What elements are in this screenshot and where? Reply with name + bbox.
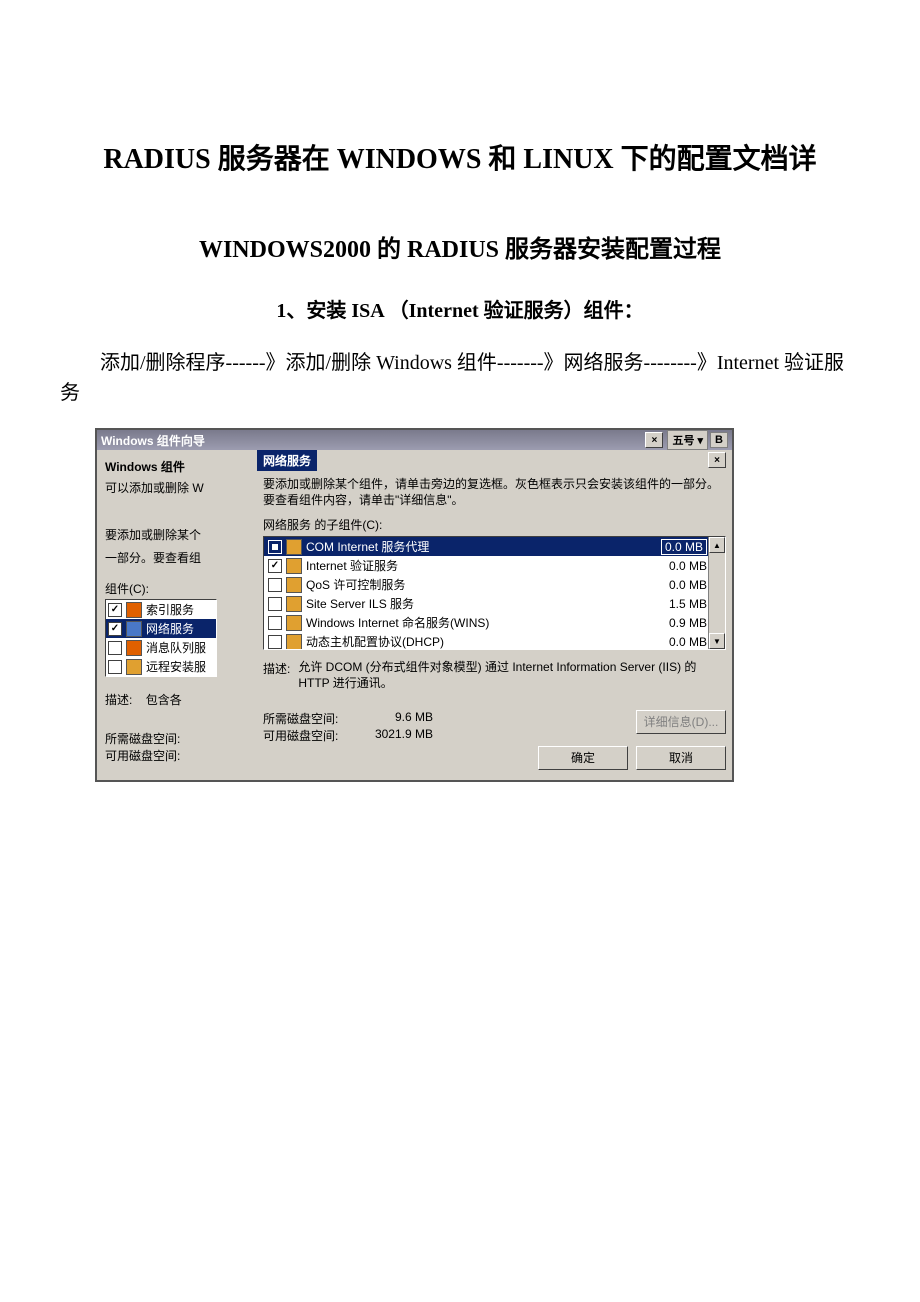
bold-chip[interactable]: B xyxy=(710,432,728,448)
checkbox-icon[interactable] xyxy=(108,603,122,617)
list-item[interactable]: 消息队列服 xyxy=(106,638,216,657)
desc-label: 描述: xyxy=(105,693,132,707)
left-para2: 一部分。要查看组 xyxy=(105,549,253,566)
item-size: 0.0 MB xyxy=(647,540,707,554)
list-item[interactable]: 动态主机配置协议(DHCP) 0.0 MB xyxy=(264,632,725,650)
item-label: 消息队列服 xyxy=(146,639,206,656)
item-label: 索引服务 xyxy=(146,601,194,618)
item-size: 0.0 MB xyxy=(647,559,707,573)
components-listbox[interactable]: 索引服务 网络服务 消息队列服 远程安装 xyxy=(105,599,217,677)
wizard-left-panel: Windows 组件 可以添加或删除 W 要添加或删除某个 一部分。要查看组 组… xyxy=(97,450,257,779)
close-icon[interactable]: × xyxy=(708,452,726,468)
ok-button[interactable]: 确定 xyxy=(538,746,628,770)
subdialog-title: 网络服务 xyxy=(257,450,317,471)
disk-avail-label-left: 可用磁盘空间: xyxy=(105,747,253,764)
component-icon xyxy=(286,634,302,650)
list-item[interactable]: 网络服务 xyxy=(106,619,216,638)
checkbox-icon[interactable] xyxy=(268,616,282,630)
subcomponents-listbox[interactable]: .COM COM Internet 服务代理 0.0 MB Internet 验… xyxy=(263,536,726,650)
left-heading: Windows 组件 xyxy=(105,458,253,475)
list-item[interactable]: Site Server ILS 服务 1.5 MB xyxy=(264,594,725,613)
details-button[interactable]: 详细信息(D)... xyxy=(636,710,726,734)
component-icon xyxy=(286,615,302,631)
list-item[interactable]: Internet 验证服务 0.0 MB xyxy=(264,556,725,575)
component-icon xyxy=(286,539,302,555)
step-heading: 1、安装 ISA （Internet 验证服务）组件： xyxy=(60,294,860,323)
document-page: RADIUS 服务器在 WINDOWS 和 LINUX 下的配置文档详 WIND… xyxy=(0,0,920,822)
item-label: COM Internet 服务代理 xyxy=(306,538,643,555)
item-label: Site Server ILS 服务 xyxy=(306,595,643,612)
item-size: 0.0 MB xyxy=(647,635,707,649)
wizard-title-text: Windows 组件向导 xyxy=(101,432,205,449)
component-icon xyxy=(126,621,142,637)
checkbox-icon[interactable] xyxy=(108,622,122,636)
subdialog-panel: × 网络服务 要添加或删除某个组件，请单击旁边的复选框。灰色框表示只会安装该组件… xyxy=(257,450,732,779)
left-para1: 要添加或删除某个 xyxy=(105,526,253,543)
disk-avail-value: 3021.9 MB xyxy=(353,727,433,744)
item-size: 0.0 MB xyxy=(647,578,707,592)
component-icon xyxy=(286,577,302,593)
checkbox-icon[interactable] xyxy=(268,578,282,592)
doc-subtitle: WINDOWS2000 的 RADIUS 服务器安装配置过程 xyxy=(60,229,860,264)
item-label: Internet 验证服务 xyxy=(306,557,643,574)
desc-value: 包含各 xyxy=(146,693,182,707)
item-label: 动态主机配置协议(DHCP) xyxy=(306,633,643,650)
desc-text: 允许 DCOM (分布式组件对象模型) 通过 Internet Informat… xyxy=(298,660,726,691)
item-label: Windows Internet 命名服务(WINS) xyxy=(306,614,643,631)
list-item[interactable]: QoS 许可控制服务 0.0 MB xyxy=(264,575,725,594)
disk-req-label-left: 所需磁盘空间: xyxy=(105,730,253,747)
cancel-button[interactable]: 取消 xyxy=(636,746,726,770)
wizard-titlebar: Windows 组件向导 × 五号 ▾ B xyxy=(97,430,732,450)
close-icon[interactable]: × xyxy=(645,432,663,448)
left-sub: 可以添加或删除 W xyxy=(105,479,253,496)
sublist-label: 网络服务 的子组件(C): xyxy=(263,516,726,533)
item-label: 远程安装服 xyxy=(146,658,206,675)
item-label: 网络服务 xyxy=(146,620,194,637)
disk-avail-label: 可用磁盘空间: xyxy=(263,727,353,744)
item-size: 1.5 MB xyxy=(647,597,707,611)
component-icon xyxy=(126,659,142,675)
checkbox-icon[interactable] xyxy=(108,660,122,674)
list-item[interactable]: 索引服务 xyxy=(106,600,216,619)
subdialog-instruction: 要添加或删除某个组件，请单击旁边的复选框。灰色框表示只会安装该组件的一部分。要查… xyxy=(263,477,726,508)
components-label: 组件(C): xyxy=(105,580,253,597)
item-label: QoS 许可控制服务 xyxy=(306,576,643,593)
component-icon xyxy=(286,558,302,574)
checkbox-icon[interactable] xyxy=(268,635,282,649)
desc-label: 描述: xyxy=(263,660,290,691)
item-size: 0.9 MB xyxy=(647,616,707,630)
list-item[interactable]: Windows Internet 命名服务(WINS) 0.9 MB xyxy=(264,613,725,632)
disk-req-label: 所需磁盘空间: xyxy=(263,710,353,727)
font-size-chip[interactable]: 五号 ▾ xyxy=(667,430,708,450)
body-paragraph: 添加/删除程序------》添加/删除 Windows 组件-------》网络… xyxy=(60,348,860,408)
disk-req-value: 9.6 MB xyxy=(353,710,433,727)
list-item[interactable]: COM Internet 服务代理 0.0 MB xyxy=(264,537,725,556)
doc-title: RADIUS 服务器在 WINDOWS 和 LINUX 下的配置文档详 xyxy=(60,140,860,179)
component-icon xyxy=(126,602,142,618)
component-icon xyxy=(126,640,142,656)
checkbox-icon[interactable] xyxy=(268,540,282,554)
scrollbar[interactable]: ▲ ▼ xyxy=(708,537,725,649)
scroll-up-icon[interactable]: ▲ xyxy=(709,537,725,553)
checkbox-icon[interactable] xyxy=(108,641,122,655)
wizard-dialog: Windows 组件向导 × 五号 ▾ B Windows 组件 可以添加或删除… xyxy=(95,428,734,781)
scroll-down-icon[interactable]: ▼ xyxy=(709,633,725,649)
checkbox-icon[interactable] xyxy=(268,597,282,611)
checkbox-icon[interactable] xyxy=(268,559,282,573)
component-icon xyxy=(286,596,302,612)
list-item[interactable]: 远程安装服 xyxy=(106,657,216,676)
